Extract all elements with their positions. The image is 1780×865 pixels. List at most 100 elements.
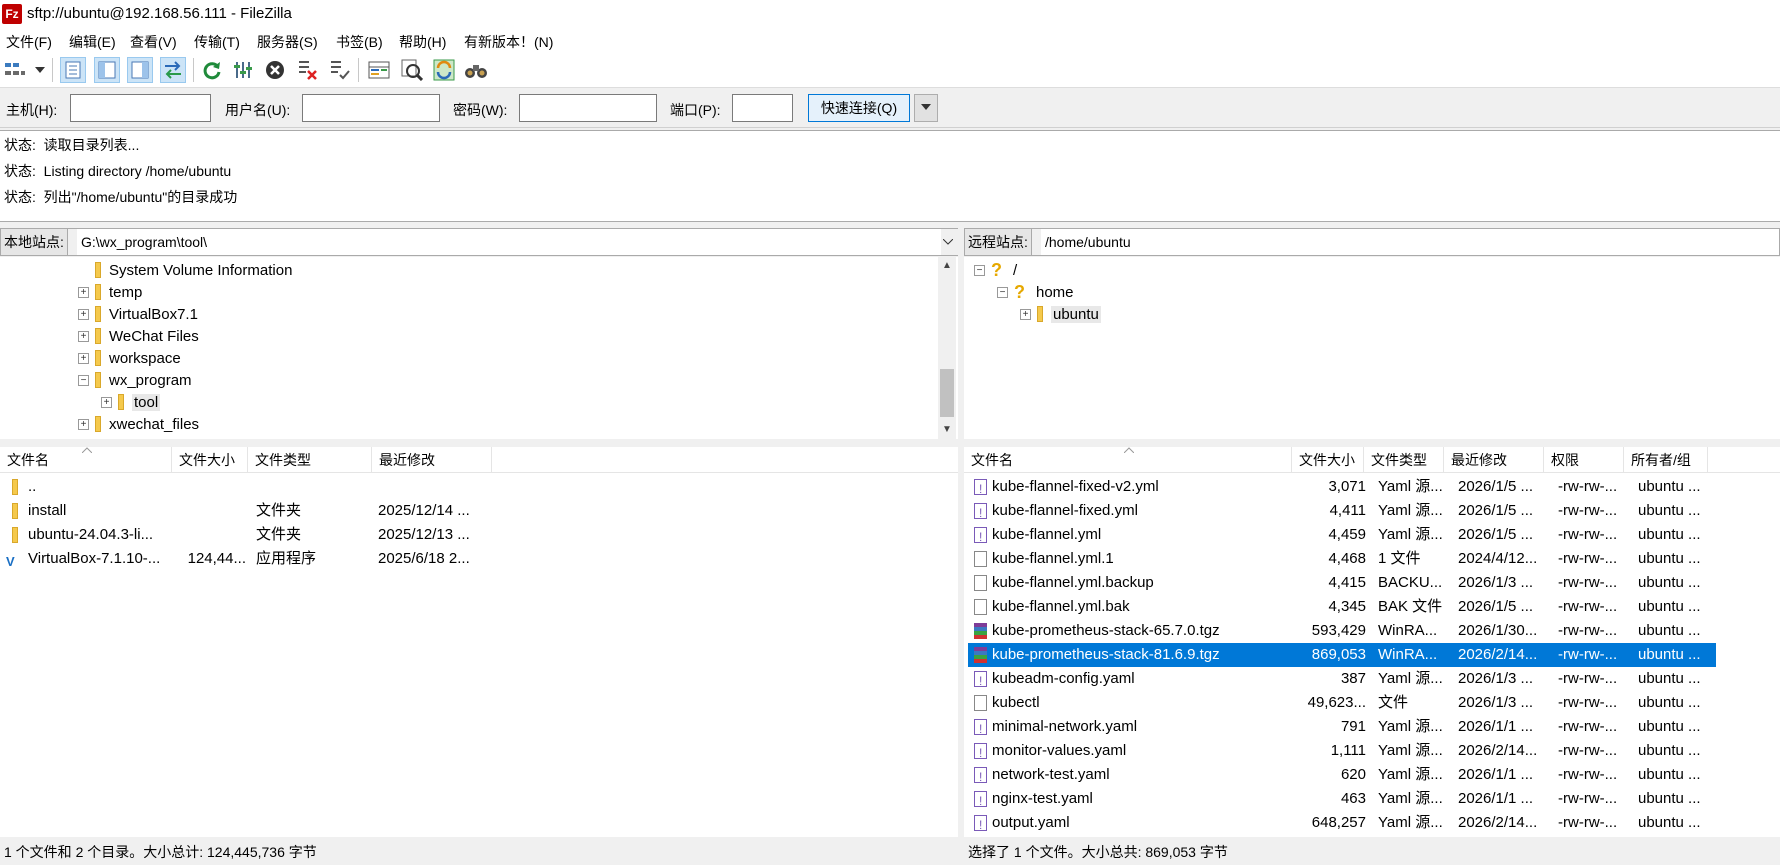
toggle-remote-tree-icon[interactable]: [127, 57, 153, 83]
search-files-icon[interactable]: [463, 57, 489, 83]
cell-size: 1,111: [1330, 742, 1366, 759]
toggle-transfer-queue-icon[interactable]: [160, 57, 186, 83]
remote-file-list[interactable]: kube-flannel-fixed-v2.yml 3,071 Yaml 源... 2…: [964, 473, 1780, 837]
table-row[interactable]: monitor-values.yaml 1,111 Yaml 源... 2026/2/…: [968, 739, 1716, 765]
message-log[interactable]: 状态: 读取目录列表... 状态: Listing directory /hom…: [0, 130, 1780, 222]
scroll-down-icon[interactable]: ▼: [938, 421, 956, 439]
tree-item[interactable]: −? /: [974, 259, 1017, 281]
cell-modified: 2026/1/3 ...: [1458, 574, 1534, 591]
menu-bookmarks[interactable]: 书签(B): [336, 32, 383, 52]
pane-splitter[interactable]: [958, 228, 963, 865]
table-row[interactable]: network-test.yaml 620 Yaml 源... 2026/1/1 ..…: [968, 763, 1716, 789]
table-row[interactable]: kube-flannel.yml.bak 4,345 BAK 文件 2026/1/5 …: [968, 595, 1716, 619]
filezilla-logo-icon: Fz: [2, 4, 22, 24]
tree-item[interactable]: − wx_program: [78, 369, 192, 391]
col-filesize[interactable]: 文件大小: [172, 447, 248, 473]
menu-new-version[interactable]: 有新版本！(N): [464, 32, 553, 52]
scroll-thumb[interactable]: [940, 369, 954, 417]
table-row[interactable]: kube-flannel.yml.1 4,468 1 文件 2024/4/12... -…: [968, 547, 1716, 571]
cancel-operation-icon[interactable]: [262, 57, 288, 83]
tree-item[interactable]: + VirtualBox7.1: [78, 303, 198, 325]
local-tree-scrollbar[interactable]: ▲ ▼: [938, 257, 956, 439]
site-manager-icon[interactable]: [4, 57, 26, 83]
cell-size: 387: [1340, 670, 1366, 687]
sync-browsing-icon[interactable]: [431, 57, 457, 83]
menu-file[interactable]: 文件(F): [6, 32, 52, 52]
remote-directory-tree[interactable]: −? / −? home + ubuntu: [964, 257, 1780, 439]
col-modified[interactable]: 最近修改: [1444, 447, 1544, 473]
compare-directories-icon[interactable]: [399, 57, 425, 83]
tree-item[interactable]: −? home: [997, 281, 1074, 303]
username-input[interactable]: [302, 94, 440, 122]
cell-name: kube-flannel.yml.bak: [992, 598, 1130, 615]
cell-modified: 2026/2/14...: [1458, 814, 1538, 831]
tree-item[interactable]: System Volume Information: [78, 259, 292, 281]
quickconnect-bar: 主机(H): 用户名(U): 密码(W): 端口(P): 快速连接(Q): [0, 88, 1780, 128]
table-row[interactable]: kubeadm-config.yaml 387 Yaml 源... 2026/1/3 …: [968, 667, 1716, 693]
col-filetype[interactable]: 文件类型: [1364, 447, 1444, 473]
scroll-up-icon[interactable]: ▲: [938, 257, 956, 275]
table-row[interactable]: kube-prometheus-stack-65.7.0.tgz 593,429 W…: [968, 619, 1716, 643]
remote-path-input[interactable]: /home/ubuntu: [1041, 229, 1779, 255]
cell-owner: ubuntu ...: [1638, 526, 1701, 543]
tree-item-selected[interactable]: + ubuntu: [1020, 303, 1101, 325]
col-filesize[interactable]: 文件大小: [1292, 447, 1364, 473]
host-input[interactable]: [70, 94, 211, 122]
cell-perm: -rw-rw-...: [1558, 550, 1618, 567]
folder-icon: [95, 416, 101, 432]
list-item[interactable]: V VirtualBox-7.1.10-... 124,44... 应用程序 2…: [0, 547, 958, 571]
chevron-down-icon: [921, 104, 931, 110]
menu-help[interactable]: 帮助(H): [399, 32, 446, 52]
quickconnect-button[interactable]: 快速连接(Q): [808, 94, 910, 122]
yaml-file-icon: [974, 669, 987, 693]
col-filetype[interactable]: 文件类型: [248, 447, 372, 473]
password-input[interactable]: [519, 94, 657, 122]
cell-modified: 2026/1/5 ...: [1458, 478, 1534, 495]
menu-transfer[interactable]: 传输(T): [194, 32, 240, 52]
reconnect-icon[interactable]: [326, 57, 352, 83]
list-item[interactable]: ubuntu-24.04.3-li... 文件夹 2025/12/13 ...: [0, 523, 958, 547]
cell-owner: ubuntu ...: [1638, 766, 1701, 783]
local-path-input[interactable]: G:\wx_program\tool\: [77, 229, 941, 255]
table-row[interactable]: kube-flannel-fixed.yml 4,411 Yaml 源... 2026…: [968, 499, 1716, 525]
site-manager-dropdown-icon[interactable]: [34, 57, 46, 83]
toggle-log-icon[interactable]: [60, 57, 86, 83]
local-directory-tree[interactable]: System Volume Information + temp + Virtual…: [0, 257, 958, 439]
col-permissions[interactable]: 权限: [1544, 447, 1624, 473]
cell-size: 4,468: [1328, 550, 1366, 567]
table-row[interactable]: kube-flannel.yml 4,459 Yaml 源... 2026/1/5 .…: [968, 523, 1716, 549]
port-input[interactable]: [732, 94, 793, 122]
table-row-selected[interactable]: kube-prometheus-stack-81.6.9.tgz 869,053 W…: [968, 643, 1716, 667]
quickconnect-history-dropdown[interactable]: [914, 94, 938, 122]
list-item[interactable]: ..: [0, 475, 958, 499]
disconnect-icon[interactable]: [294, 57, 320, 83]
table-row[interactable]: kube-flannel-fixed-v2.yml 3,071 Yaml 源... 2…: [968, 475, 1716, 501]
folder-icon: [118, 394, 124, 410]
cell-name: kube-flannel.yml.1: [992, 550, 1114, 567]
directory-filters-icon[interactable]: [366, 57, 392, 83]
table-row[interactable]: nginx-test.yaml 463 Yaml 源... 2026/1/1 ... -…: [968, 787, 1716, 813]
tree-item[interactable]: + workspace: [78, 347, 181, 369]
table-row[interactable]: kubectl 49,623... 文件 2026/1/3 ... -rw-rw-...…: [968, 691, 1716, 715]
menu-view[interactable]: 查看(V): [130, 32, 177, 52]
table-row[interactable]: minimal-network.yaml 791 Yaml 源... 2026/1/1…: [968, 715, 1716, 741]
menu-server[interactable]: 服务器(S): [257, 32, 318, 52]
col-owner-group[interactable]: 所有者/组: [1624, 447, 1708, 473]
process-queue-icon[interactable]: [230, 57, 256, 83]
table-row[interactable]: output.yaml 648,257 Yaml 源... 2026/2/14... -…: [968, 811, 1716, 837]
menu-edit[interactable]: 编辑(E): [69, 32, 116, 52]
table-row[interactable]: kube-flannel.yml.backup 4,415 BACKU... 2026…: [968, 571, 1716, 595]
chevron-down-icon[interactable]: [943, 239, 953, 245]
yaml-file-icon: [974, 813, 987, 837]
tree-item-selected[interactable]: + tool: [101, 391, 161, 413]
tree-item[interactable]: + xwechat_files: [78, 413, 199, 435]
toggle-local-tree-icon[interactable]: [94, 57, 120, 83]
local-file-list[interactable]: .. install 文件夹 2025/12/14 ... ubuntu-24.…: [0, 473, 958, 837]
tree-item[interactable]: + WeChat Files: [78, 325, 199, 347]
cell-owner: ubuntu ...: [1638, 790, 1701, 807]
tree-item[interactable]: + temp: [78, 281, 142, 303]
cell-name: monitor-values.yaml: [992, 742, 1127, 759]
refresh-icon[interactable]: [199, 57, 225, 83]
col-modified[interactable]: 最近修改: [372, 447, 492, 473]
list-item[interactable]: install 文件夹 2025/12/14 ...: [0, 499, 958, 523]
